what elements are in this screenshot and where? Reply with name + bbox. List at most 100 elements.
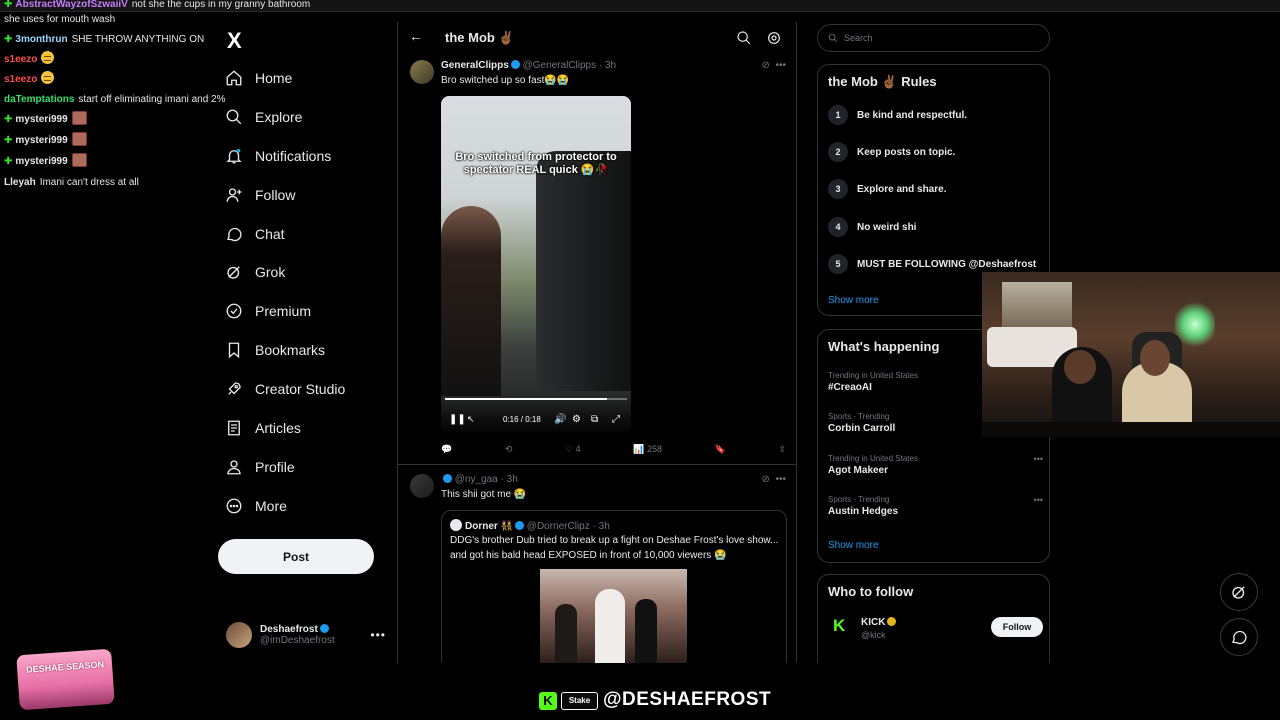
- chat-username: Lleyah: [4, 177, 36, 188]
- nav-label: Grok: [255, 264, 286, 280]
- chat-username: mysteri999: [15, 114, 68, 125]
- picture-in-picture-icon[interactable]: ⧉: [591, 414, 598, 425]
- more-dots-icon[interactable]: •••: [370, 628, 386, 642]
- author-name[interactable]: GeneralClipps: [441, 60, 509, 71]
- video-caption: Bro switched from protector to spectator…: [455, 151, 617, 176]
- messages-float-button[interactable]: [1220, 618, 1258, 656]
- nav-label: Follow: [255, 187, 296, 203]
- like-button[interactable]: ♡ 4: [565, 444, 581, 455]
- settings-gear-icon[interactable]: [766, 30, 782, 46]
- x-logo[interactable]: X: [227, 28, 242, 54]
- nav-home[interactable]: Home: [225, 63, 292, 93]
- pause-icon[interactable]: ❚❚: [449, 414, 466, 425]
- nav-bookmarks[interactable]: Bookmarks: [225, 335, 325, 365]
- more-dots-icon[interactable]: •••: [1034, 454, 1043, 464]
- grimace-emoji-icon: [41, 51, 55, 64]
- emote-icon: [71, 111, 87, 125]
- bookmark-icon[interactable]: 🔖: [715, 444, 726, 455]
- show-more-link[interactable]: Show more: [828, 295, 879, 306]
- quoted-tweet[interactable]: Dorner 👯 @DornerClipz · 3h DDG's brother…: [441, 510, 787, 663]
- sub-badge-icon: ✚: [4, 156, 13, 167]
- quote-media-image[interactable]: [540, 569, 687, 663]
- chat-username: mysteri999: [15, 135, 68, 146]
- chat-icon: [225, 225, 243, 243]
- trend-item[interactable]: Trending in United States Agot Makeer •••: [828, 454, 1043, 476]
- kick-logo-icon: K: [539, 692, 557, 710]
- search-input[interactable]: Search: [817, 24, 1050, 52]
- video-progress-bar[interactable]: [445, 398, 627, 400]
- account-switcher[interactable]: Deshaefrost @imDeshaefrost •••: [226, 619, 386, 651]
- back-arrow-icon[interactable]: ←: [409, 28, 423, 44]
- nav-creator-studio[interactable]: Creator Studio: [225, 374, 345, 404]
- streamer-webcam: [982, 272, 1280, 437]
- season-logo-text: DESHAE SEASON: [25, 659, 105, 675]
- season-logo: DESHAE SEASON: [16, 648, 115, 711]
- nav-chat[interactable]: Chat: [225, 219, 285, 249]
- follow-button[interactable]: Follow: [991, 617, 1043, 637]
- volume-icon[interactable]: 🔊: [554, 414, 566, 425]
- video-frame-bus: [536, 151, 631, 391]
- chat-line: ✚ mysteri999: [4, 110, 87, 130]
- avatar[interactable]: [410, 474, 434, 498]
- verified-icon: [510, 60, 520, 69]
- share-icon[interactable]: ⇪: [778, 444, 786, 455]
- divider: [398, 464, 796, 465]
- webcam-desk: [982, 422, 1280, 437]
- tweet-time: · 3h: [592, 521, 610, 532]
- chat-line: daTemptations start off eliminating imani…: [4, 90, 226, 110]
- tweet-text: Bro switched up so fast😭😭: [441, 75, 570, 86]
- chat-username: s1eezo: [4, 74, 38, 85]
- sub-badge-icon: ✚: [4, 34, 13, 45]
- chat-message: SHE THROW ANYTHING ON: [71, 34, 205, 45]
- grok-explain-icon[interactable]: ⊘: [762, 474, 770, 485]
- chat-line: s1eezo: [4, 70, 55, 90]
- reply-icon[interactable]: 💬: [441, 444, 452, 455]
- more-dots-icon[interactable]: •••: [775, 60, 786, 71]
- webcam-window: [1002, 282, 1072, 327]
- settings-gear-icon[interactable]: ⚙: [572, 414, 581, 425]
- chat-username: daTemptations: [4, 94, 75, 105]
- verified-icon: [443, 474, 452, 483]
- post-button[interactable]: Post: [218, 539, 374, 574]
- person-add-icon: [225, 186, 243, 204]
- cursor-pointer-icon: ↖: [467, 414, 475, 424]
- nav-premium[interactable]: Premium: [225, 296, 311, 326]
- views-count[interactable]: 📊 258: [633, 444, 662, 455]
- nav-explore[interactable]: Explore: [225, 102, 302, 132]
- more-dots-icon[interactable]: •••: [775, 474, 786, 485]
- follow-suggestion[interactable]: K KICK @kick Follow: [828, 613, 1043, 643]
- nav-label: Articles: [255, 420, 301, 436]
- emote-icon: [71, 132, 87, 146]
- grok-explain-icon[interactable]: ⊘: [762, 60, 770, 71]
- show-more-link[interactable]: Show more: [828, 540, 879, 551]
- grok-float-button[interactable]: [1220, 573, 1258, 611]
- nav-label: Premium: [255, 303, 312, 319]
- community-title: the Mob ✌🏾: [445, 30, 515, 45]
- nav-grok[interactable]: Grok: [225, 257, 285, 287]
- trend-item[interactable]: Sports · Trending Austin Hedges •••: [828, 495, 1043, 517]
- verified-gold-icon: [887, 617, 897, 626]
- fullscreen-icon[interactable]: ⤢: [612, 414, 620, 425]
- nav-profile[interactable]: Profile: [225, 452, 295, 482]
- webcam-person-head: [1140, 340, 1170, 376]
- nav-notifications[interactable]: Notifications: [225, 141, 331, 171]
- nav-more[interactable]: More: [225, 491, 287, 521]
- rule-item: 4 No weird shi: [828, 217, 916, 237]
- repost-icon[interactable]: ⟲: [505, 444, 513, 455]
- chat-line: ✚ mysteri999: [4, 152, 87, 172]
- streamer-handle: @DESHAEFROST: [603, 689, 772, 710]
- webcam-person-head: [1064, 350, 1096, 384]
- search-icon[interactable]: [736, 30, 752, 46]
- avatar[interactable]: [410, 60, 434, 84]
- nav-label: Home: [255, 70, 293, 86]
- avatar: [450, 519, 462, 531]
- video-player[interactable]: Bro switched from protector to spectator…: [441, 96, 631, 432]
- more-dots-icon[interactable]: •••: [1034, 495, 1043, 505]
- nav-label: Notifications: [255, 148, 332, 164]
- nav-follow[interactable]: Follow: [225, 180, 295, 210]
- search-icon: [225, 108, 243, 126]
- nav-articles[interactable]: Articles: [225, 413, 301, 443]
- stake-badge: Stake: [561, 692, 598, 710]
- chat-message: start off eliminating imani and 2%: [78, 94, 226, 105]
- community-timeline: ← the Mob ✌🏾 GeneralClipps @GeneralClipp…: [397, 22, 797, 663]
